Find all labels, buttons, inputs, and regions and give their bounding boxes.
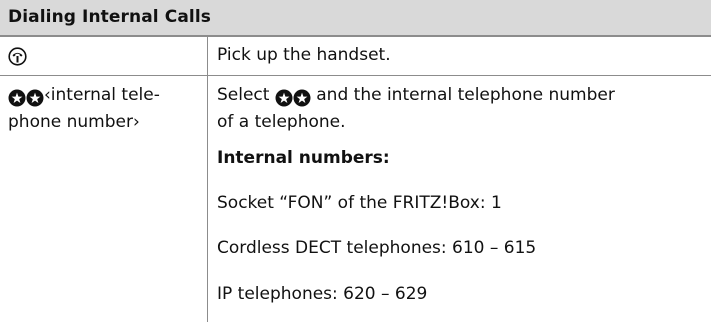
table-header: Dialing Internal Calls	[0, 0, 711, 37]
action-text-line2: phone number›	[8, 112, 140, 132]
internal-number-action-cell: ‹internal tele-	[8, 82, 160, 112]
star-key-icon	[8, 89, 26, 107]
instruction-prefix: Select	[217, 85, 270, 105]
action-text-line1: ‹internal tele-	[44, 85, 160, 105]
page-title: Dialing Internal Calls	[8, 7, 211, 27]
handset-action-cell	[8, 43, 27, 70]
star-key-icon	[275, 89, 293, 107]
star-keys	[275, 85, 311, 112]
instruction-suffix: and the internal telephone number	[316, 85, 615, 105]
row-divider	[0, 75, 711, 76]
internal-numbers-heading: Internal numbers:	[217, 148, 390, 168]
handset-icon	[8, 46, 27, 66]
document-page: Dialing Internal Calls Pick up the hands…	[0, 0, 711, 322]
select-instruction: Select and the internal telephone number	[217, 82, 615, 112]
star-keys	[8, 85, 44, 112]
column-divider	[207, 37, 208, 322]
fon-socket-number: Socket “FON” of the FRITZ!Box: 1	[217, 193, 502, 213]
star-key-icon	[26, 89, 44, 107]
star-key-icon	[293, 89, 311, 107]
dect-numbers: Cordless DECT telephones: 610 – 615	[217, 238, 537, 258]
ip-numbers: IP telephones: 620 – 629	[217, 284, 428, 304]
pick-up-instruction: Pick up the handset.	[217, 45, 391, 65]
instruction-line2: of a telephone.	[217, 112, 346, 132]
